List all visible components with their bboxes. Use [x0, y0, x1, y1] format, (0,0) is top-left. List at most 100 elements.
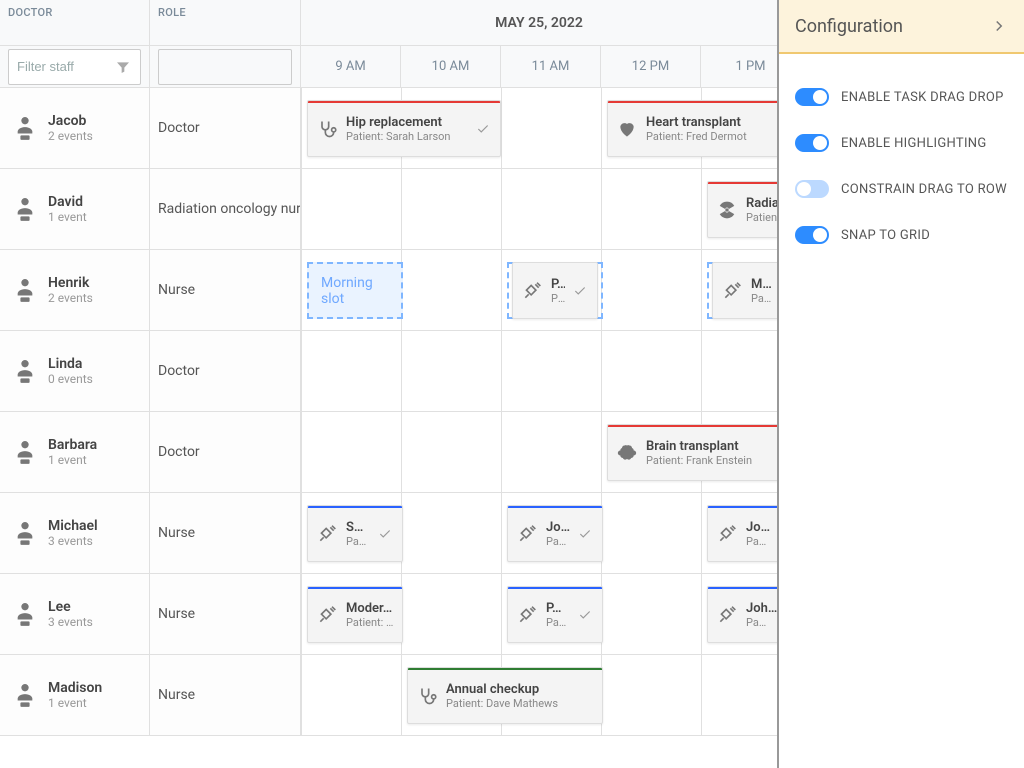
doctor-event-count: 0 events [48, 372, 93, 386]
doctor-name: Michael [48, 518, 98, 534]
person-icon [12, 358, 38, 384]
doctor-event-count: 1 event [48, 210, 87, 224]
schedule-event[interactable]: P…Pa… [507, 586, 603, 643]
schedule-event[interactable]: M…Pa… [712, 262, 777, 319]
configuration-panel: Configuration ENABLE TASK DRAG DROP ENABL… [777, 0, 1024, 768]
schedule-event[interactable]: Brain transplantPatient: Frank Enstein [607, 424, 777, 481]
event-title: M… [751, 277, 777, 292]
event-title: Heart transplant [646, 115, 777, 130]
schedule-lane[interactable] [301, 331, 777, 411]
person-icon [12, 439, 38, 465]
event-title: Hip replacement [346, 115, 468, 130]
schedule-row: David1 eventRadiation oncology nurseRadi… [0, 169, 777, 250]
doctor-cell[interactable]: Barbara1 event [0, 412, 150, 492]
time-slot: 12 PM [601, 46, 701, 87]
doctor-cell[interactable]: Michael3 events [0, 493, 150, 573]
schedule-event[interactable]: RadiationPatient [707, 181, 777, 238]
time-slot: 9 AM [301, 46, 401, 87]
schedule-lane[interactable]: RadiationPatient [301, 169, 777, 249]
person-icon [12, 520, 38, 546]
schedule-grid[interactable]: Jacob2 eventsDoctorHip replacementPatien… [0, 88, 777, 768]
event-patient: Pa… [551, 292, 565, 305]
time-slot: 10 AM [401, 46, 501, 87]
event-title: Moder… [346, 601, 394, 616]
config-option: ENABLE TASK DRAG DROP [779, 74, 1024, 120]
event-title: Jo… [746, 520, 777, 535]
toggle-switch[interactable] [795, 226, 829, 244]
schedule-event[interactable]: Annual checkupPatient: Dave Mathews [407, 667, 603, 724]
schedule-event[interactable]: S…Pa… [307, 505, 403, 562]
config-option-label: ENABLE TASK DRAG DROP [841, 90, 1004, 105]
role-cell: Doctor [150, 331, 300, 411]
schedule-event[interactable]: Jo…Pa… [507, 505, 603, 562]
event-patient: Pa… [546, 616, 570, 629]
stethoscope-icon [316, 119, 338, 139]
event-patient: Patient: … [346, 616, 394, 629]
schedule-row: Madison1 eventNurseAnnual checkupPatient… [0, 655, 777, 736]
doctor-event-count: 1 event [48, 453, 97, 467]
event-patient: Pa… [346, 535, 370, 548]
check-icon [476, 122, 492, 136]
schedule-event[interactable]: Heart transplantPatient: Fred Dermot [607, 100, 777, 157]
toggle-switch[interactable] [795, 180, 829, 198]
toggle-switch[interactable] [795, 134, 829, 152]
person-icon [12, 115, 38, 141]
config-option: CONSTRAIN DRAG TO ROW [779, 166, 1024, 212]
schedule-lane[interactable]: Morning slotP…Pa…M…Pa… [301, 250, 777, 330]
doctor-cell[interactable]: Lee3 events [0, 574, 150, 654]
schedule-row: Jacob2 eventsDoctorHip replacementPatien… [0, 88, 777, 169]
filter-role-input[interactable] [158, 49, 292, 85]
event-patient: Pa… [746, 535, 777, 548]
event-title: P… [546, 601, 570, 616]
schedule-lane[interactable]: Brain transplantPatient: Frank Enstein [301, 412, 777, 492]
brain-icon [616, 443, 638, 463]
event-patient: Patient: Sarah Larson [346, 130, 468, 143]
event-title: Brain transplant [646, 439, 777, 454]
syringe-icon [716, 524, 738, 544]
syringe-icon [521, 281, 543, 301]
role-cell: Doctor [150, 412, 300, 492]
doctor-cell[interactable]: Jacob2 events [0, 88, 150, 168]
scheduler-main: DOCTOR ROLE MAY 25, 2022 9 AM10 AM11 AM1… [0, 0, 777, 768]
person-icon [12, 277, 38, 303]
check-icon [578, 608, 594, 622]
schedule-lane[interactable]: Moder…Patient: …P…Pa…Joh…Pa… [301, 574, 777, 654]
role-cell: Nurse [150, 493, 300, 573]
event-title: Joh… [746, 601, 777, 616]
filter-icon[interactable] [115, 59, 131, 75]
chevron-right-icon[interactable] [990, 17, 1008, 35]
toggle-switch[interactable] [795, 88, 829, 106]
date-title: MAY 25, 2022 [301, 0, 777, 45]
syringe-icon [316, 605, 338, 625]
config-option-label: ENABLE HIGHLIGHTING [841, 136, 987, 151]
schedule-event[interactable]: Jo…Pa… [707, 505, 777, 562]
configuration-header[interactable]: Configuration [779, 0, 1024, 54]
schedule-row: Barbara1 eventDoctor Brain transplantPati… [0, 412, 777, 493]
doctor-cell[interactable]: Madison1 event [0, 655, 150, 735]
doctor-name: Linda [48, 356, 93, 372]
event-title: S… [346, 520, 370, 535]
column-header-doctor: DOCTOR [0, 0, 150, 45]
schedule-lane[interactable]: Annual checkupPatient: Dave Mathews [301, 655, 777, 735]
doctor-cell[interactable]: Henrik2 events [0, 250, 150, 330]
availability-slot[interactable]: Morning slot [307, 262, 403, 319]
schedule-event[interactable]: Moder…Patient: … [307, 586, 403, 643]
schedule-event[interactable]: Joh…Pa… [707, 586, 777, 643]
check-icon [378, 527, 394, 541]
config-option: SNAP TO GRID [779, 212, 1024, 258]
role-cell: Doctor [150, 88, 300, 168]
schedule-event[interactable]: P…Pa… [512, 262, 598, 319]
doctor-cell[interactable]: David1 event [0, 169, 150, 249]
doctor-name: David [48, 194, 87, 210]
role-cell: Nurse [150, 574, 300, 654]
schedule-lane[interactable]: Hip replacementPatient: Sarah Larson Hear… [301, 88, 777, 168]
schedule-event[interactable]: Hip replacementPatient: Sarah Larson [307, 100, 501, 157]
doctor-cell[interactable]: Linda0 events [0, 331, 150, 411]
person-icon [12, 196, 38, 222]
doctor-event-count: 1 event [48, 696, 102, 710]
check-icon [578, 527, 594, 541]
schedule-row: Henrik2 eventsNurseMorning slotP…Pa…M…Pa… [0, 250, 777, 331]
doctor-name: Jacob [48, 113, 93, 129]
syringe-icon [516, 524, 538, 544]
schedule-lane[interactable]: S…Pa…Jo…Pa…Jo…Pa… [301, 493, 777, 573]
